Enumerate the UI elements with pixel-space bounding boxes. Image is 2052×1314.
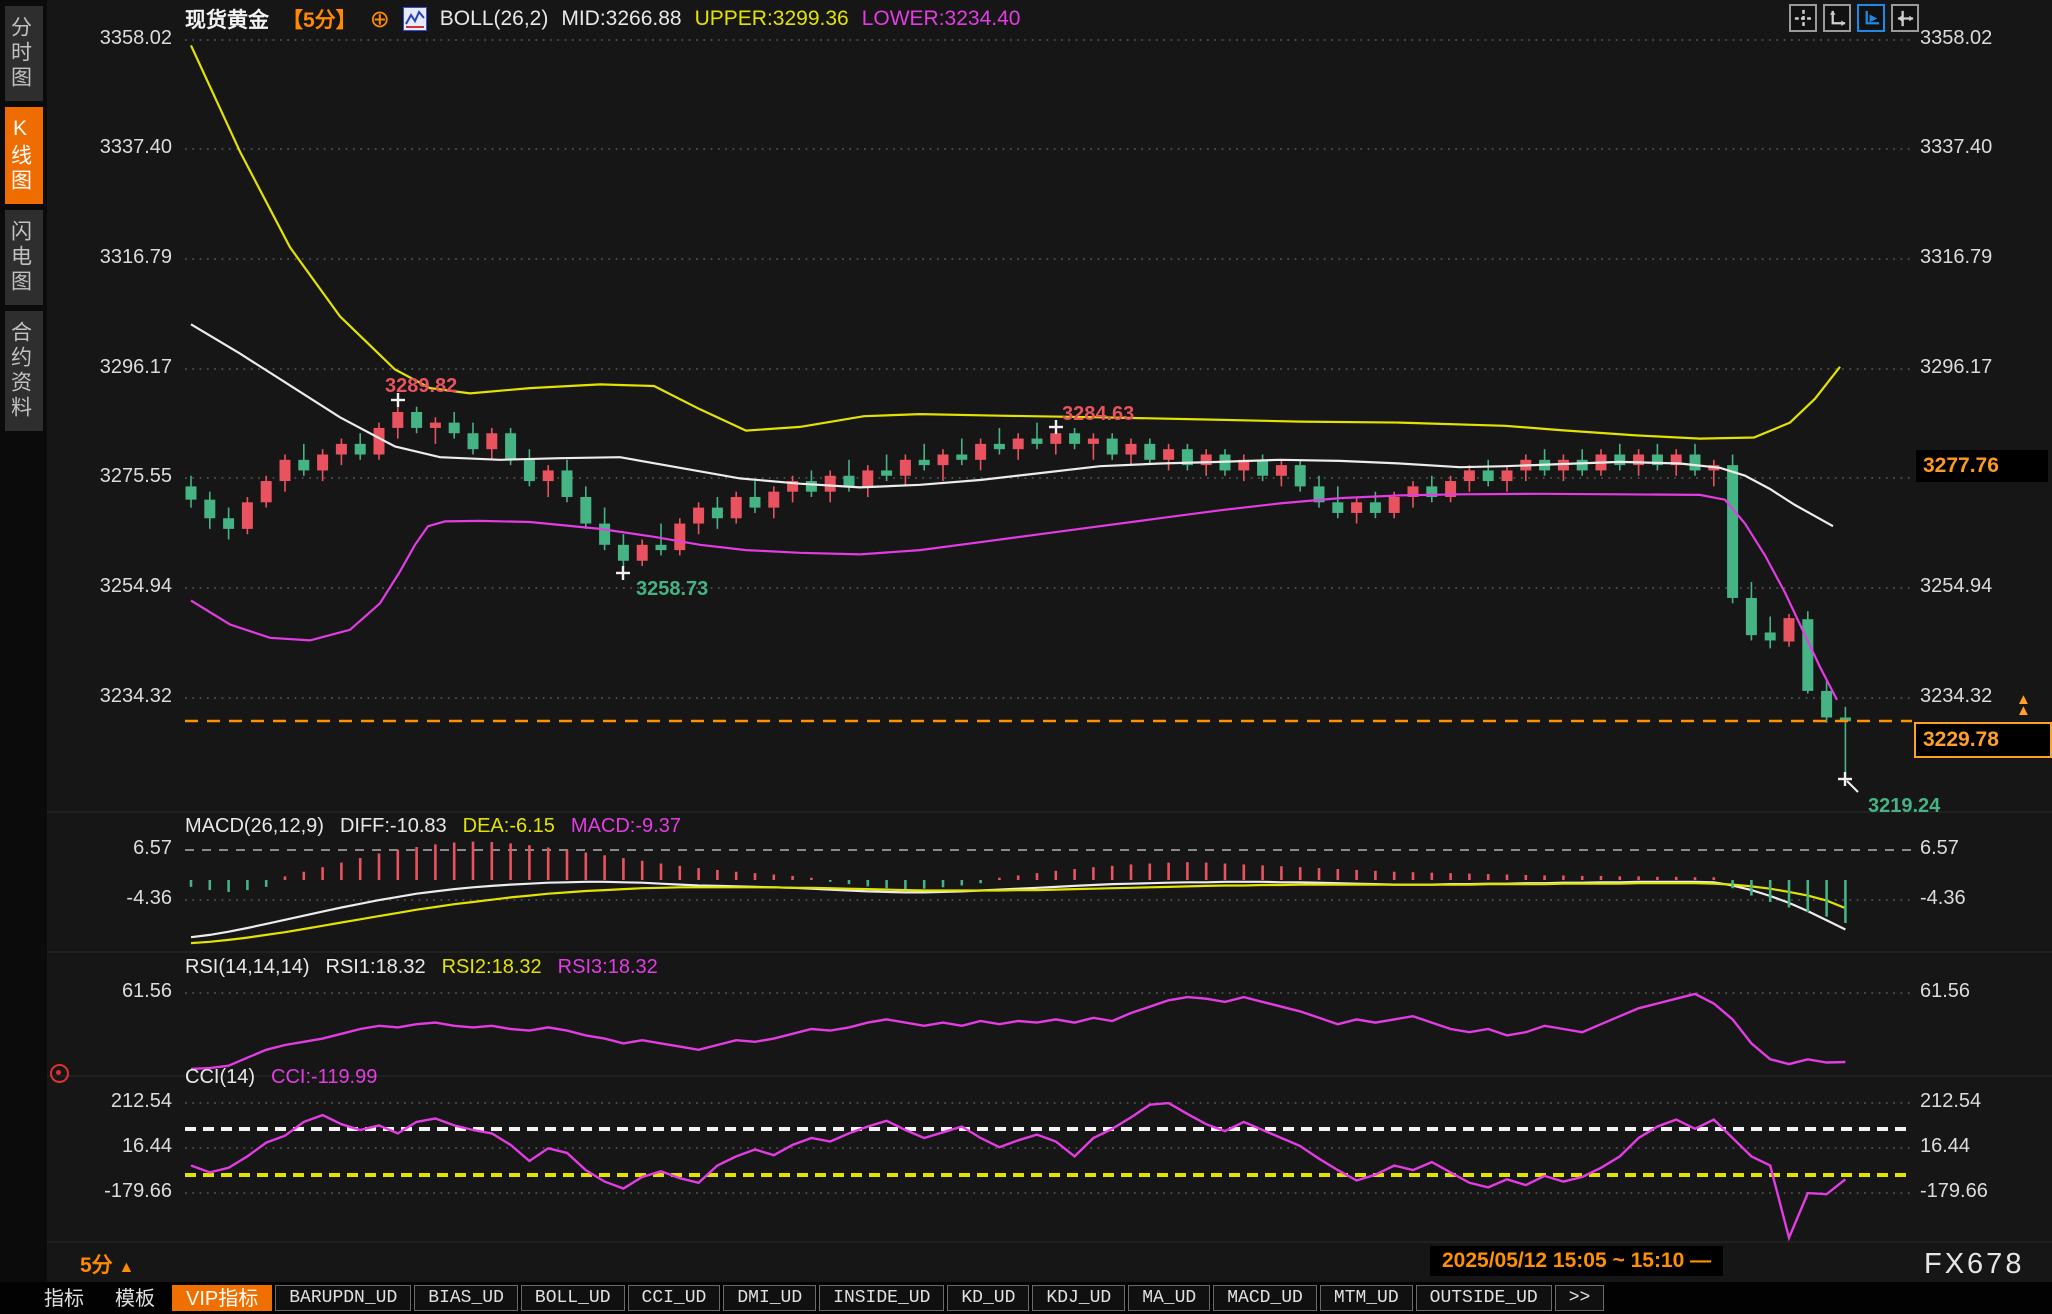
price-annotation: 3284.63: [1062, 403, 1134, 426]
plus-circle-icon[interactable]: ⊕: [370, 5, 390, 34]
axis-label-left: 3234.32: [100, 685, 172, 708]
axis-scale-icon[interactable]: [1823, 4, 1851, 32]
y-axis-left: 3358.02 3337.40 3316.79 3296.17 3275.55 3254.…: [58, 0, 172, 1240]
price-annotation: 3258.73: [636, 578, 708, 601]
axis-play-icon[interactable]: [1857, 4, 1885, 32]
bottom-tab[interactable]: MA_UD: [1128, 1285, 1210, 1311]
boll-lower-value: LOWER:3234.40: [862, 7, 1021, 31]
record-dot-icon: [50, 1064, 69, 1083]
macd-diff-value: DIFF:-10.83: [340, 815, 447, 838]
bottom-tab[interactable]: 指标: [30, 1285, 98, 1311]
axis-label-left: 3337.40: [100, 136, 172, 159]
indicator-tabbar: 指标模板VIP指标BARUPDN_UDBIAS_UDBOLL_UDCCI_UDD…: [0, 1282, 2052, 1314]
bottom-tab[interactable]: KD_UD: [947, 1285, 1029, 1311]
trading-app-window: 分时图 K线图闪电图合约资料 现货黄金 【5分】 ⊕ BOLL(26,2) MID…: [0, 0, 2052, 1314]
cci-name: CCI(14): [185, 1066, 255, 1089]
bottom-tab[interactable]: BIAS_UD: [414, 1285, 518, 1311]
axis-label-left: 3316.79: [100, 246, 172, 269]
y-axis-right: 3358.023337.403316.793296.173275.553254.…: [1920, 0, 2050, 1240]
axis-label-right: 3337.40: [1920, 136, 1992, 159]
bottom-tab[interactable]: BARUPDN_UD: [275, 1285, 411, 1311]
axis-label-left: 3254.94: [100, 575, 172, 598]
rsi1-value: RSI1:18.32: [326, 956, 426, 979]
bottom-tab[interactable]: >>: [1555, 1285, 1605, 1311]
axis-label-left: -4.36: [126, 887, 172, 910]
bottom-tab[interactable]: OUTSIDE_UD: [1416, 1285, 1552, 1311]
boll-mid-value: MID:3266.88: [561, 7, 681, 31]
axis-label-right: -179.66: [1920, 1180, 1988, 1203]
rsi-name: RSI(14,14,14): [185, 956, 310, 979]
last-price-tag: 3277.76: [1916, 450, 2048, 482]
bottom-tab[interactable]: 模板: [101, 1285, 169, 1311]
axis-label-left: 16.44: [122, 1135, 172, 1158]
mini-chart-icon[interactable]: [403, 7, 427, 31]
axis-label-right: 3358.02: [1920, 27, 1992, 50]
bottom-tab[interactable]: DMI_UD: [723, 1285, 816, 1311]
cci-header: CCI(14) CCI:-119.99: [185, 1066, 377, 1089]
axis-label-right: 16.44: [1920, 1135, 1970, 1158]
instrument-title: 现货黄金: [185, 4, 269, 34]
timeframe-selector[interactable]: 5分 ▲: [80, 1249, 134, 1279]
sidebar-item[interactable]: 闪电图: [5, 210, 43, 305]
bottom-tab[interactable]: CCI_UD: [628, 1285, 721, 1311]
bar-date-range: 2025/05/12 15:05 ~ 15:10 —: [1430, 1246, 1723, 1276]
chart-toolbar: [1789, 4, 1919, 32]
axis-label-right: -4.36: [1920, 887, 1966, 910]
rsi2-value: RSI2:18.32: [442, 956, 542, 979]
timeframe-label: 5分: [80, 1254, 113, 1277]
rsi-header: RSI(14,14,14) RSI1:18.32 RSI2:18.32 RSI3…: [185, 956, 658, 979]
price-up-arrow-icon: ▲▲: [2016, 694, 2031, 716]
chart-canvas[interactable]: [0, 0, 2052, 1314]
axis-shift-icon[interactable]: [1891, 4, 1919, 32]
axis-label-left: 3296.17: [100, 356, 172, 379]
current-price-tag: 3229.78: [1914, 722, 2052, 758]
cci-value: CCI:-119.99: [271, 1066, 377, 1089]
axis-label-left: 212.54: [111, 1090, 172, 1113]
macd-dea-value: DEA:-6.15: [463, 815, 555, 838]
period-label[interactable]: 【5分】: [282, 4, 357, 34]
price-annotation: 3289.82: [385, 375, 457, 398]
sidebar-item[interactable]: 分时图: [5, 6, 43, 101]
timeframe-triangle-icon: ▲: [119, 1259, 135, 1276]
bottom-tab[interactable]: BOLL_UD: [521, 1285, 625, 1311]
axis-label-left: -179.66: [104, 1180, 172, 1203]
bottom-tab[interactable]: MTM_UD: [1320, 1285, 1413, 1311]
axis-label-left: 6.57: [133, 837, 172, 860]
axis-label-right: 3234.32: [1920, 685, 1992, 708]
bottom-tab[interactable]: KDJ_UD: [1032, 1285, 1125, 1311]
sidebar-item[interactable]: 合约资料: [5, 311, 43, 431]
bottom-tab[interactable]: VIP指标: [172, 1285, 272, 1311]
left-sidebar: 分时图 K线图闪电图合约资料: [0, 0, 47, 1314]
watermark: FX678: [1924, 1248, 2024, 1281]
bottom-tab[interactable]: INSIDE_UD: [819, 1285, 944, 1311]
bottom-tab[interactable]: MACD_UD: [1213, 1285, 1317, 1311]
macd-name: MACD(26,12,9): [185, 815, 324, 838]
axis-label-right: 3316.79: [1920, 246, 1992, 269]
rsi3-value: RSI3:18.32: [558, 956, 658, 979]
axis-label-right: 6.57: [1920, 837, 1959, 860]
chart-header: 现货黄金 【5分】 ⊕ BOLL(26,2) MID:3266.88 UPPER…: [185, 3, 1020, 35]
axis-label-right: 3254.94: [1920, 575, 1992, 598]
sidebar-item[interactable]: K线图: [5, 107, 43, 204]
axis-label-right: 61.56: [1920, 980, 1970, 1003]
price-annotation: 3219.24: [1868, 795, 1940, 818]
axis-label-left: 61.56: [122, 980, 172, 1003]
pan-crosshair-icon[interactable]: [1789, 4, 1817, 32]
axis-label-left: 3275.55: [100, 465, 172, 488]
axis-label-right: 212.54: [1920, 1090, 1981, 1113]
axis-label-left: 3358.02: [100, 27, 172, 50]
macd-macd-value: MACD:-9.37: [571, 815, 681, 838]
macd-header: MACD(26,12,9) DIFF:-10.83 DEA:-6.15 MACD…: [185, 815, 681, 838]
boll-upper-value: UPPER:3299.36: [695, 7, 849, 31]
boll-params: BOLL(26,2): [440, 7, 549, 31]
axis-label-right: 3296.17: [1920, 356, 1992, 379]
